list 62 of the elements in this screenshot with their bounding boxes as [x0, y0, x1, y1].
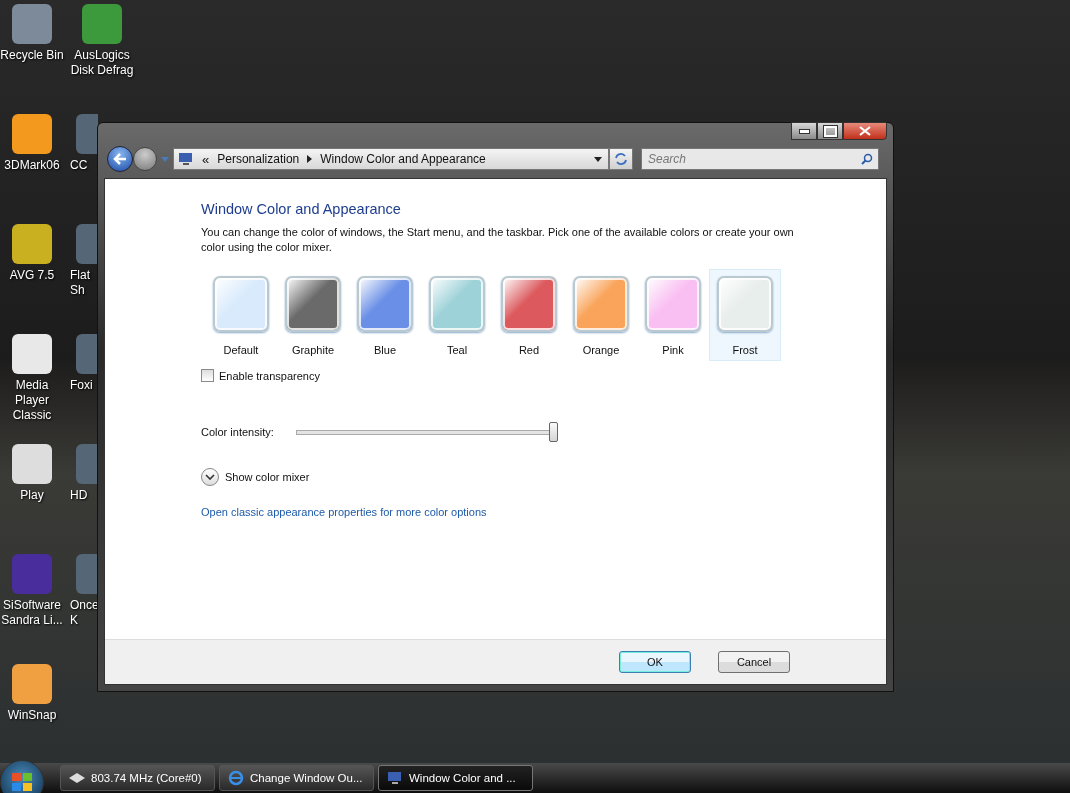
overflow-chevron[interactable]: «: [202, 151, 210, 167]
windows-logo-icon: [11, 772, 33, 792]
dropdown-arrow-icon[interactable]: [594, 156, 602, 162]
taskbar-button[interactable]: 803.74 MHz (Core#0): [60, 765, 215, 791]
breadcrumb-arrow-icon: [307, 155, 313, 163]
expand-button[interactable]: [201, 468, 219, 486]
globe-icon: [228, 770, 244, 786]
desktop-icon-label[interactable]: Play: [0, 488, 64, 503]
desktop-icon-label[interactable]: Recycle Bin: [0, 48, 64, 63]
app-icon[interactable]: [12, 114, 52, 154]
breadcrumb-item[interactable]: Personalization: [217, 152, 300, 166]
intensity-slider[interactable]: [295, 422, 558, 442]
app-icon[interactable]: [12, 664, 52, 704]
desktop-icon-label[interactable]: Media Player Classic: [0, 378, 64, 423]
close-button[interactable]: [843, 122, 887, 140]
desktop-icon-label[interactable]: AusLogics Disk Defrag: [70, 48, 134, 78]
desktop-icon-label[interactable]: CC: [70, 158, 96, 173]
monitor-icon: [178, 152, 194, 166]
desktop-icon-label[interactable]: 3DMark06: [0, 158, 64, 173]
desktop-icon-label[interactable]: Foxi: [70, 378, 96, 393]
ok-button[interactable]: OK: [619, 651, 691, 673]
diamond-icon: [69, 773, 85, 783]
desktop-icon-label[interactable]: SiSoftware Sandra Li...: [0, 598, 64, 628]
desktop-icon-label[interactable]: WinSnap: [0, 708, 64, 723]
expander-label[interactable]: Show color mixer: [225, 471, 310, 483]
classic-appearance-link[interactable]: Open classic appearance properties for more color options: [201, 506, 487, 518]
app-icon[interactable]: [12, 224, 52, 264]
app-icon[interactable]: [76, 334, 98, 374]
description-text: You can change the color of windows, the Start menu, and the taskbar. Pick one of the available colors or create your own color using the color mixer.: [201, 225, 795, 255]
breadcrumb-item[interactable]: Window Color and Appearance: [320, 152, 486, 166]
start-button[interactable]: [0, 760, 44, 793]
minimize-button[interactable]: [791, 122, 817, 140]
checkbox[interactable]: [201, 369, 214, 382]
refresh-button[interactable]: [609, 148, 633, 170]
cancel-button[interactable]: Cancel: [718, 651, 790, 673]
page-heading: Window Color and Appearance: [201, 201, 401, 217]
desktop-icon-label[interactable]: Flat Sh: [70, 268, 96, 298]
close-icon: [859, 126, 871, 136]
refresh-icon: [614, 152, 628, 166]
search-icon: [861, 153, 873, 165]
search-field[interactable]: Search: [641, 148, 879, 170]
app-icon[interactable]: [76, 444, 98, 484]
slider-thumb[interactable]: [548, 422, 558, 442]
taskbar-button[interactable]: Window Color and ...: [378, 765, 533, 791]
back-button[interactable]: [107, 146, 133, 172]
back-arrow-icon: [113, 153, 127, 165]
desktop-icon-label[interactable]: HD: [70, 488, 96, 503]
monitor-icon: [387, 771, 403, 785]
address-bar[interactable]: « Personalization Window Color and Appearance: [173, 148, 609, 170]
app-icon[interactable]: [12, 444, 52, 484]
chevron-down-icon: [205, 474, 215, 480]
desktop-icon-label[interactable]: AVG 7.5: [0, 268, 64, 283]
forward-button[interactable]: [133, 147, 157, 171]
app-icon[interactable]: [76, 554, 98, 594]
app-icon[interactable]: [76, 114, 98, 154]
checkbox-label: Enable transparency: [219, 369, 320, 382]
app-icon[interactable]: [12, 334, 52, 374]
app-icon[interactable]: [76, 224, 98, 264]
slider-label: Color intensity:: [201, 426, 274, 438]
color-swatch[interactable]: Frost: [709, 269, 781, 361]
maximize-button[interactable]: [817, 122, 843, 140]
taskbar-button[interactable]: Change Window Ou...: [219, 765, 374, 791]
